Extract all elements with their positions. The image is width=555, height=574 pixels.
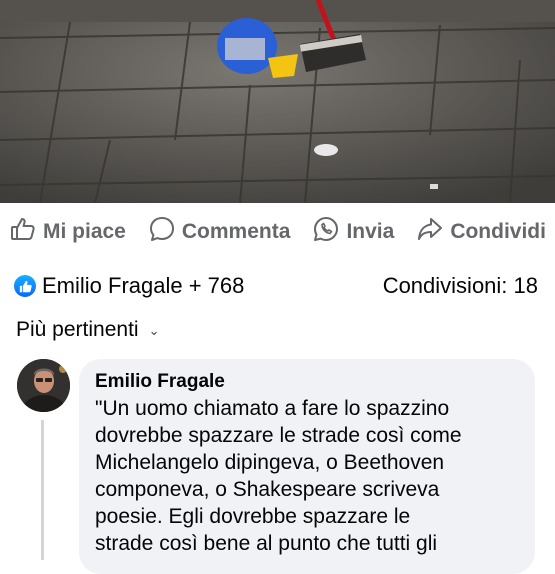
comment-sort-dropdown[interactable]: Più pertinenti ⌄ xyxy=(16,314,159,346)
like-button-label: Mi piace xyxy=(43,219,126,243)
send-button-label: Invia xyxy=(346,219,395,243)
post-photo[interactable] xyxy=(0,0,555,203)
post-action-bar: Mi piace Commenta Invia Condividi xyxy=(0,203,555,260)
comment-line: poesie. Egli dovrebbe spazzare le xyxy=(95,505,411,528)
comment-button-label: Commenta xyxy=(181,219,291,243)
comment-line: "Un uomo chiamato a fare lo spazzino xyxy=(95,397,450,420)
whatsapp-icon xyxy=(312,215,340,249)
like-badge-icon xyxy=(14,275,36,297)
comment-button[interactable]: Commenta xyxy=(148,215,291,249)
comment-bubble: Emilio Fragale "Un uomo chiamato a fare … xyxy=(79,359,535,574)
comment-icon xyxy=(148,215,176,249)
comment-sort-label: Più pertinenti xyxy=(16,318,139,341)
comment-text: "Un uomo chiamato a fare lo spazzino dov… xyxy=(95,395,521,557)
chevron-down-icon: ⌄ xyxy=(148,323,160,338)
share-button[interactable]: Condividi xyxy=(416,215,546,249)
share-icon xyxy=(416,215,444,249)
comment-line: Michelangelo dipingeva, o Beethoven xyxy=(95,451,445,474)
comment-line: strade così bene al punto che tutti gli xyxy=(95,532,438,555)
share-button-label: Condividi xyxy=(450,219,546,243)
thumbs-up-icon xyxy=(9,215,37,249)
comment-line: componeva, o Shakespeare scriveva xyxy=(95,478,440,501)
reactions-summary[interactable]: Emilio Fragale + 768 xyxy=(14,273,244,299)
comment-author[interactable]: Emilio Fragale xyxy=(95,371,521,393)
reactions-summary-text: Emilio Fragale + 768 xyxy=(42,273,245,298)
send-button[interactable]: Invia xyxy=(312,215,394,249)
comment-line: dovrebbe spazzare le strade così come xyxy=(95,424,462,447)
avatar[interactable] xyxy=(17,359,70,412)
comment-thread-line xyxy=(41,420,44,560)
reactions-row: Emilio Fragale + 768 Condivisioni: 18 xyxy=(14,266,538,306)
like-button[interactable]: Mi piace xyxy=(9,215,126,249)
shares-count[interactable]: Condivisioni: 18 xyxy=(383,273,538,299)
